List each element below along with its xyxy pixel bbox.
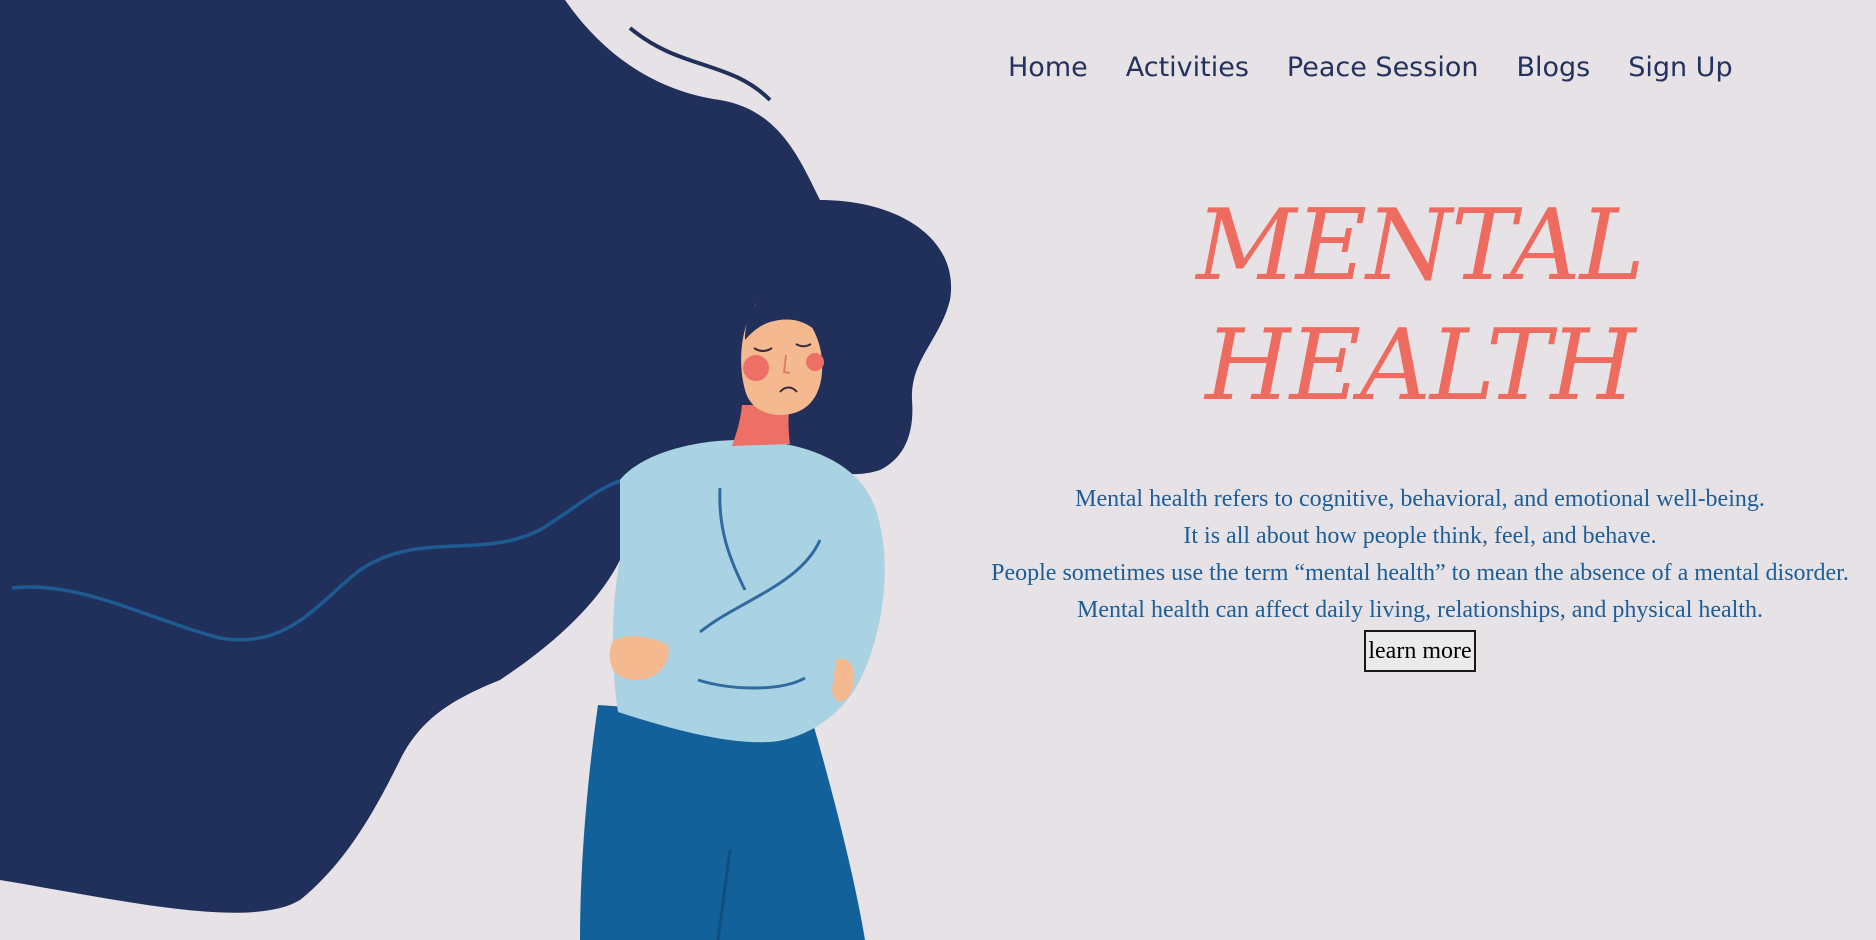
hero-title: MENTAL HEALTH <box>970 186 1870 426</box>
learn-more-button[interactable]: learn more <box>1364 630 1476 672</box>
nav-activities[interactable]: Activities <box>1126 48 1249 88</box>
hero-title-line-2: HEALTH <box>1205 309 1636 423</box>
cta-container: learn more <box>966 630 1874 672</box>
main-nav: Home Activities Peace Session Blogs Sign… <box>1008 48 1771 88</box>
hero-description: Mental health refers to cognitive, behav… <box>966 481 1874 629</box>
hero-illustration <box>0 0 952 940</box>
right-cheek <box>806 353 824 371</box>
description-line: People sometimes use the term “mental he… <box>991 560 1849 586</box>
hero-title-line-1: MENTAL <box>1196 189 1645 303</box>
nav-sign-up[interactable]: Sign Up <box>1628 48 1732 88</box>
nav-peace-session[interactable]: Peace Session <box>1287 48 1479 88</box>
nav-blogs[interactable]: Blogs <box>1516 48 1590 88</box>
description-line: Mental health refers to cognitive, behav… <box>1075 486 1765 512</box>
description-line: It is all about how people think, feel, … <box>1183 523 1657 549</box>
left-cheek <box>743 355 769 381</box>
description-line: Mental health can affect daily living, r… <box>1076 597 1763 623</box>
nav-home[interactable]: Home <box>1008 48 1088 88</box>
